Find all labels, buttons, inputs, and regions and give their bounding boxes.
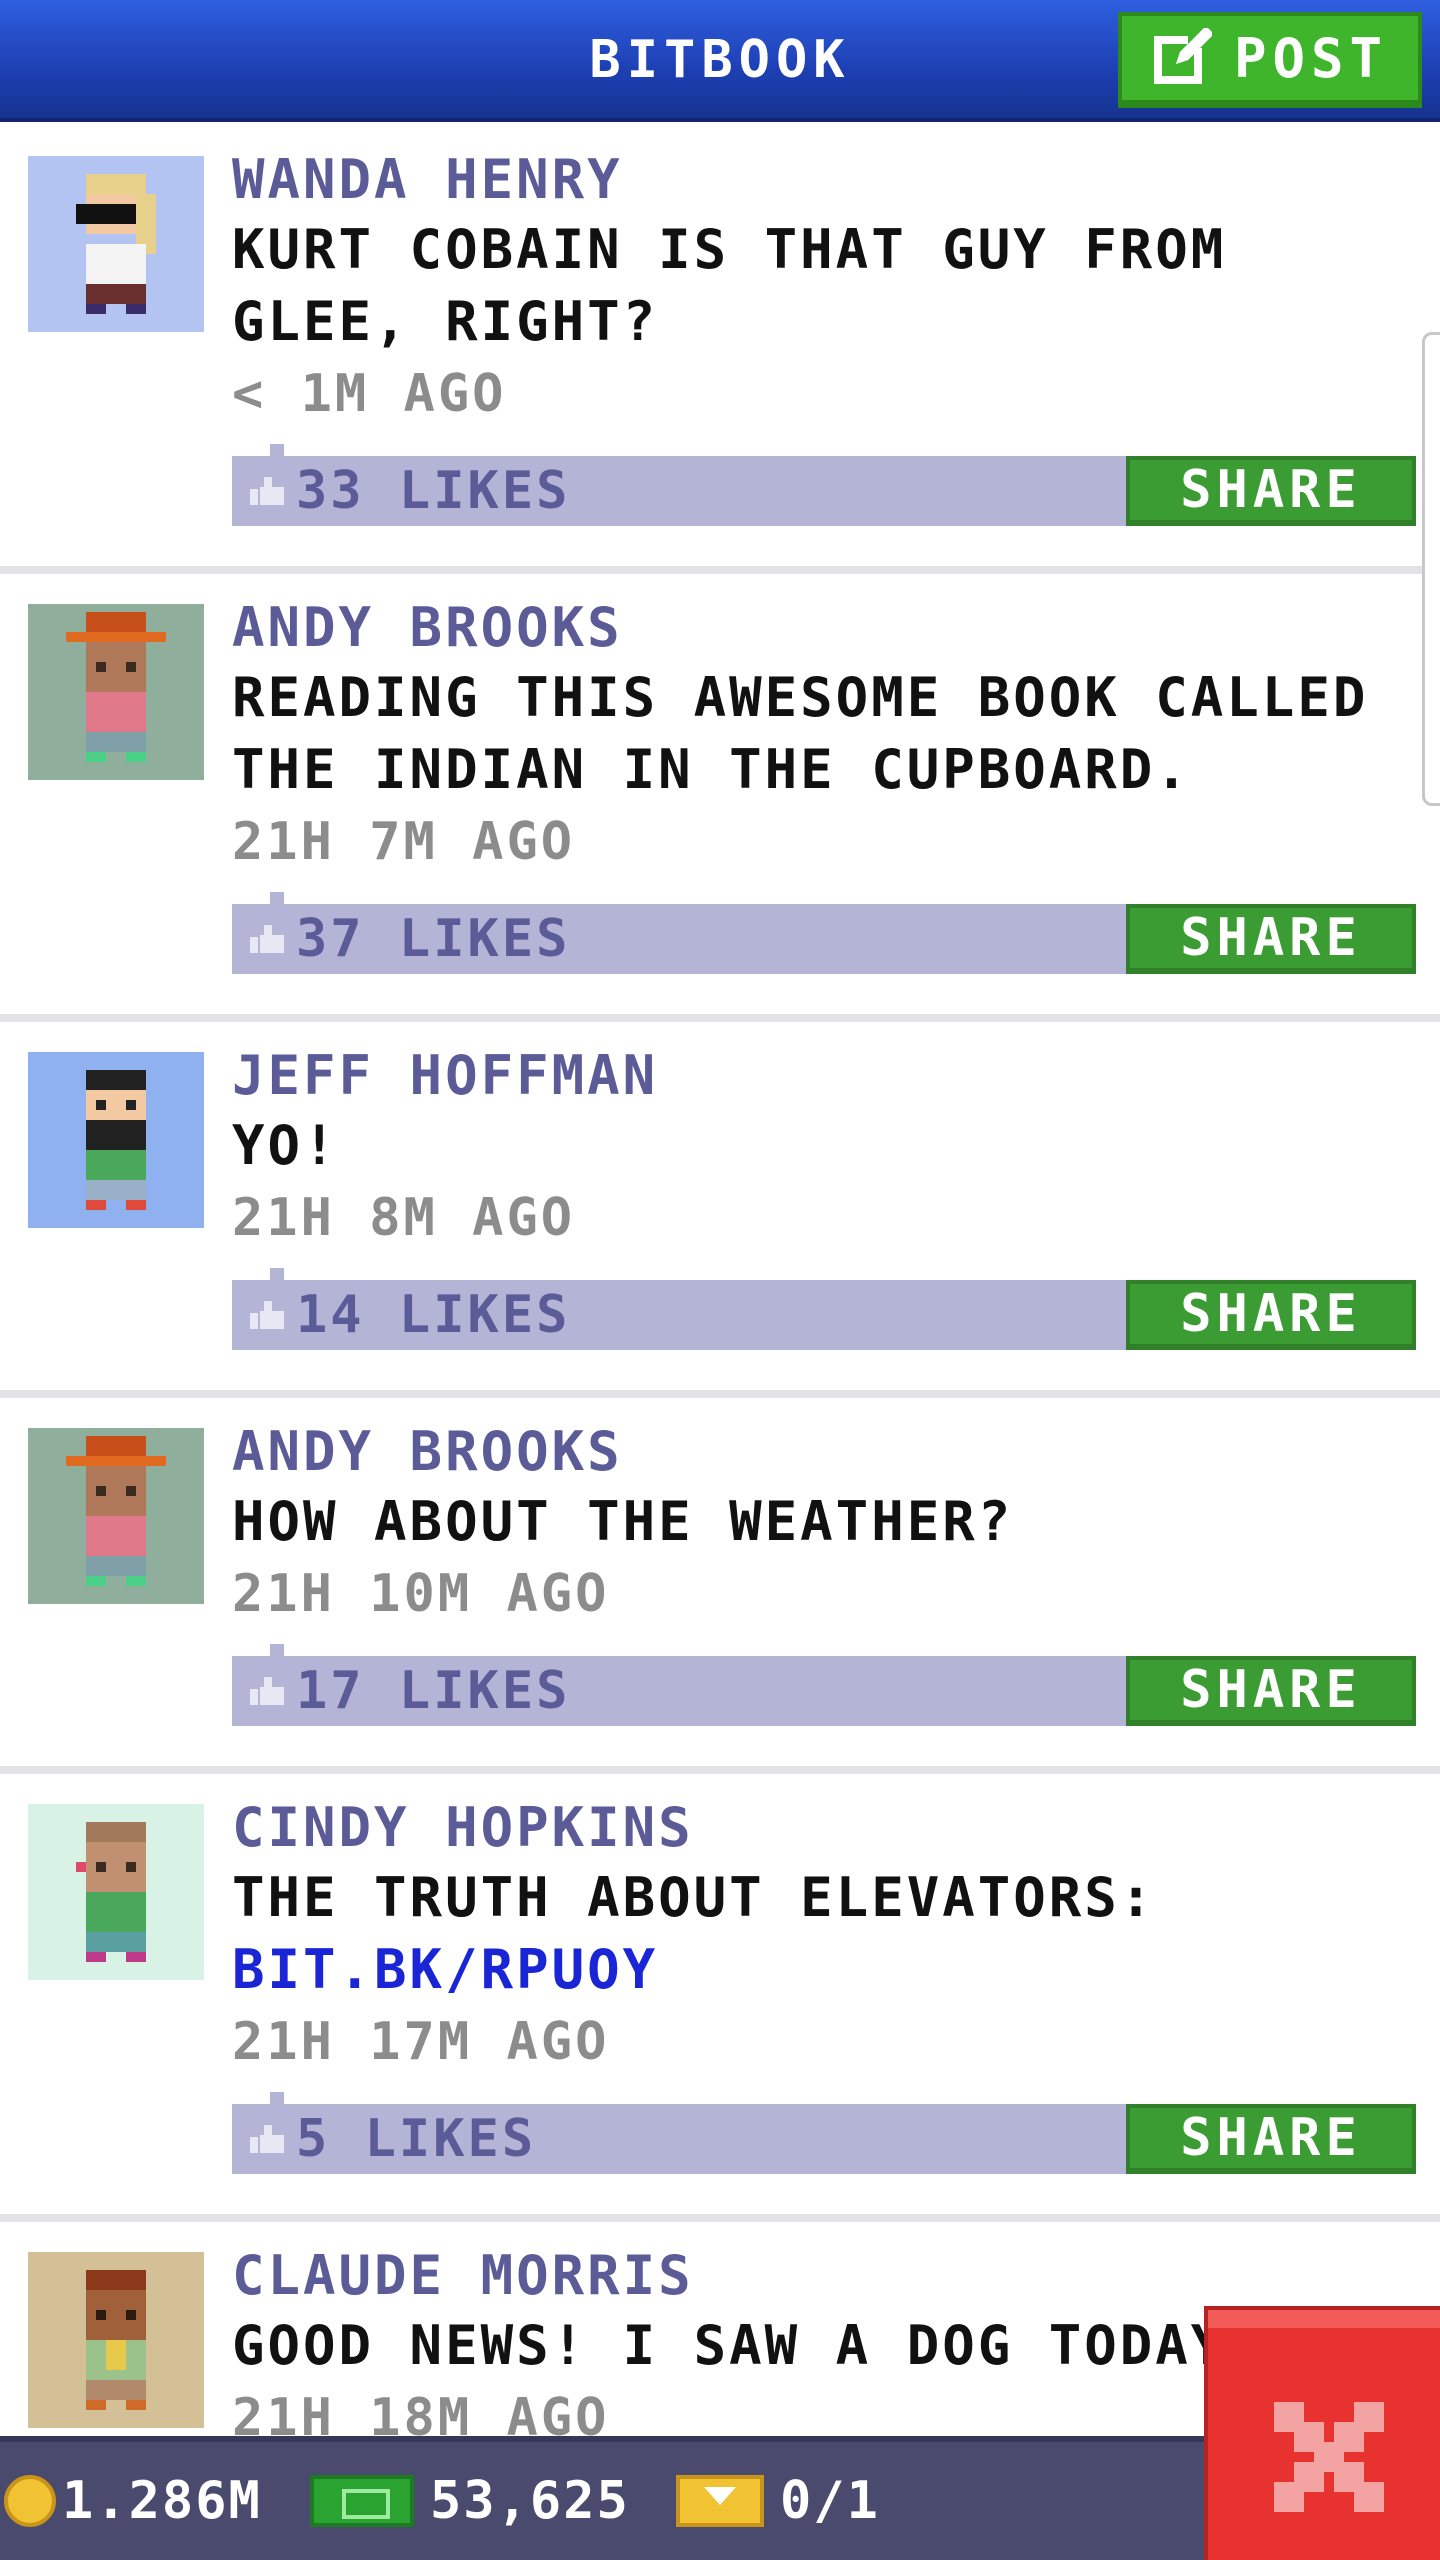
cash-icon xyxy=(310,2475,414,2527)
close-icon xyxy=(1274,2402,1384,2512)
thumbs-up-icon xyxy=(250,2125,284,2153)
share-button[interactable]: SHARE xyxy=(1126,904,1416,974)
like-count: 5 LIKES xyxy=(296,2109,537,2169)
avatar[interactable] xyxy=(28,604,204,780)
like-bar[interactable]: 17 LIKES SHARE xyxy=(232,1644,1416,1726)
post-text: YO! xyxy=(232,1114,339,1177)
coins-counter: 1.286M xyxy=(4,2442,262,2560)
avatar[interactable] xyxy=(28,1428,204,1604)
post-time: 21H 10M AGO xyxy=(232,1564,610,1624)
share-button[interactable]: SHARE xyxy=(1126,456,1416,526)
post-text: THE TRUTH ABOUT ELEVATORS: xyxy=(232,1866,1156,1929)
post-label: POST xyxy=(1233,26,1389,90)
feed-post: ANDY BROOKS HOW ABOUT THE WEATHER? 21H 1… xyxy=(0,1398,1440,1774)
feed-post: JEFF HOFFMAN YO! 21H 8M AGO 14 LIKES SHA… xyxy=(0,1022,1440,1398)
bux-counter: 0/1 xyxy=(676,2442,880,2560)
thumbs-up-icon xyxy=(250,477,284,505)
post-time: < 1M AGO xyxy=(232,364,507,424)
post-time: 21H 8M AGO xyxy=(232,1188,576,1248)
like-bar[interactable]: 5 LIKES SHARE xyxy=(232,2092,1416,2174)
like-count: 17 LIKES xyxy=(296,1661,571,1721)
post-author[interactable]: WANDA HENRY xyxy=(232,146,1412,214)
thumbs-up-icon xyxy=(250,925,284,953)
thumbs-up-icon xyxy=(250,1301,284,1329)
avatar[interactable] xyxy=(28,1804,204,1980)
edit-icon xyxy=(1152,28,1212,88)
share-button[interactable]: SHARE xyxy=(1126,1280,1416,1350)
bux-value: 0/1 xyxy=(780,2471,880,2531)
coins-value: 1.286M xyxy=(62,2471,262,2531)
avatar[interactable] xyxy=(28,1052,204,1228)
cash-counter: 53,625 xyxy=(310,2442,630,2560)
feed-post: ANDY BROOKS READING THIS AWESOME BOOK CA… xyxy=(0,574,1440,1022)
like-count: 37 LIKES xyxy=(296,909,571,969)
thumbs-up-icon xyxy=(250,1677,284,1705)
share-button[interactable]: SHARE xyxy=(1126,2104,1416,2174)
close-button[interactable] xyxy=(1204,2306,1440,2560)
post-author[interactable]: CLAUDE MORRIS xyxy=(232,2242,1412,2310)
coin-icon xyxy=(4,2475,56,2527)
share-button[interactable]: SHARE xyxy=(1126,1656,1416,1726)
feed-post: WANDA HENRY KURT COBAIN IS THAT GUY FROM… xyxy=(0,126,1440,574)
post-text: READING THIS AWESOME BOOK CALLED THE IND… xyxy=(232,666,1369,801)
news-feed[interactable]: WANDA HENRY KURT COBAIN IS THAT GUY FROM… xyxy=(0,126,1440,2436)
post-author[interactable]: ANDY BROOKS xyxy=(232,594,1412,662)
post-author[interactable]: ANDY BROOKS xyxy=(232,1418,1412,1486)
avatar[interactable] xyxy=(28,156,204,332)
feed-post: CINDY HOPKINS THE TRUTH ABOUT ELEVATORS:… xyxy=(0,1774,1440,2222)
like-bar[interactable]: 33 LIKES SHARE xyxy=(232,444,1416,526)
like-bar[interactable]: 14 LIKES SHARE xyxy=(232,1268,1416,1350)
like-count: 14 LIKES xyxy=(296,1285,571,1345)
post-link[interactable]: BIT.BK/RPUOY xyxy=(232,1934,1412,2006)
post-text: HOW ABOUT THE WEATHER? xyxy=(232,1490,1014,1553)
post-button[interactable]: POST xyxy=(1118,12,1422,108)
post-author[interactable]: CINDY HOPKINS xyxy=(232,1794,1412,1862)
avatar[interactable] xyxy=(28,2252,204,2428)
post-author[interactable]: JEFF HOFFMAN xyxy=(232,1042,1412,1110)
like-bar[interactable]: 37 LIKES SHARE xyxy=(232,892,1416,974)
post-time: 21H 7M AGO xyxy=(232,812,576,872)
post-text: KURT COBAIN IS THAT GUY FROM GLEE, RIGHT… xyxy=(232,218,1227,353)
cash-value: 53,625 xyxy=(430,2471,630,2531)
scroll-indicator[interactable] xyxy=(1422,332,1440,806)
bux-icon xyxy=(676,2475,764,2527)
header-bar: BITBOOK POST xyxy=(0,0,1440,122)
post-time: 21H 17M AGO xyxy=(232,2012,610,2072)
like-count: 33 LIKES xyxy=(296,461,571,521)
